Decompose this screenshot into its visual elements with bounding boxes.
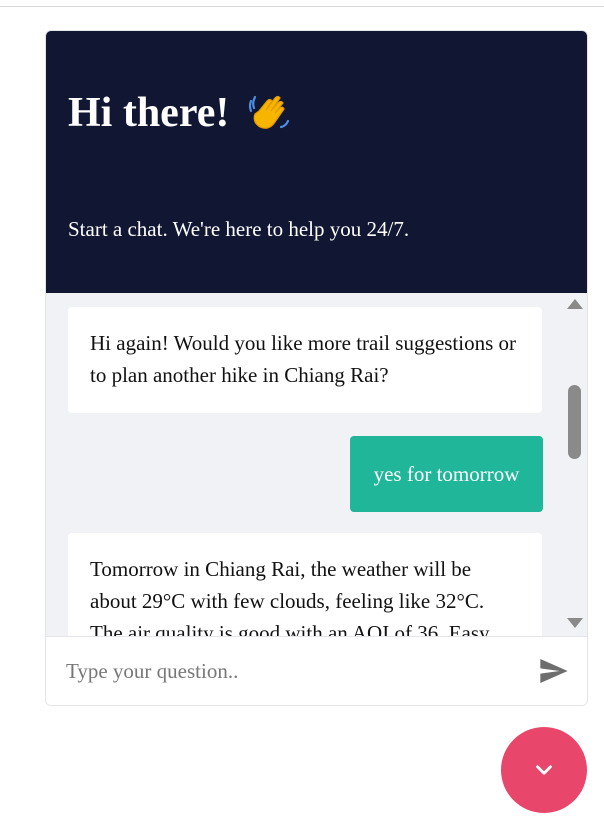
message-scrollbar[interactable]: [563, 293, 587, 636]
header-subtitle: Start a chat. We're here to help you 24/…: [68, 217, 410, 241]
send-button[interactable]: [537, 655, 569, 687]
top-divider: [0, 6, 604, 7]
scroll-up-arrow-icon[interactable]: [567, 299, 583, 309]
chat-header: Hi there! Start a chat. We're here to he…: [46, 31, 587, 293]
chat-widget: Hi there! Start a chat. We're here to he…: [45, 30, 588, 706]
scroll-down-arrow-icon[interactable]: [567, 618, 583, 628]
question-input[interactable]: [64, 651, 508, 691]
user-message: yes for tomorrow: [350, 436, 543, 512]
message-list[interactable]: Hi again! Would you like more trail sugg…: [46, 293, 587, 636]
greeting-text: Hi there!: [68, 90, 230, 136]
chevron-down-icon: [536, 765, 552, 775]
waving-hand-icon: [245, 89, 293, 137]
scrollbar-thumb[interactable]: [568, 385, 581, 459]
collapse-chat-button[interactable]: [501, 727, 587, 813]
greeting-title: Hi there!: [68, 89, 293, 137]
bot-message: Tomorrow in Chiang Rai, the weather will…: [68, 533, 542, 636]
send-icon: [540, 659, 568, 683]
bot-message: Hi again! Would you like more trail sugg…: [68, 307, 542, 413]
chat-input-bar: [46, 636, 587, 705]
